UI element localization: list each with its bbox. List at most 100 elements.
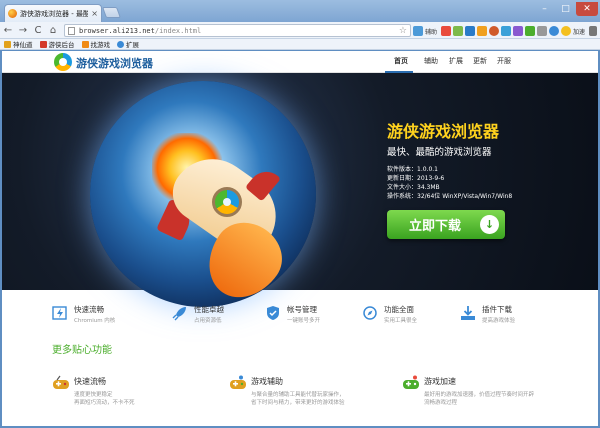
close-window-button[interactable]: ✕ (576, 2, 598, 16)
feature-name: 性能卓越 (194, 305, 224, 314)
bookmark-star-icon[interactable]: ☆ (399, 26, 407, 36)
card-desc: 最好用的游戏加速器，价值过程节奏时间开辟 流畅游戏过程 (424, 391, 534, 407)
back-button[interactable]: ← (1, 23, 15, 37)
extension-icon[interactable] (549, 26, 560, 36)
lightning-icon (52, 306, 67, 320)
bookmark-item[interactable]: 找游戏 (81, 39, 111, 49)
extension-icon[interactable] (489, 26, 500, 36)
bookmark-item[interactable]: 游侠后台 (39, 39, 75, 49)
bookmark-label: 神仙道 (13, 41, 33, 49)
feature-desc: 占用资源低 (194, 318, 222, 324)
menu-icon[interactable] (589, 26, 598, 36)
address-bar[interactable]: browser.ali213.net/index.html ☆ (64, 24, 411, 37)
favicon-icon (8, 9, 17, 18)
extension-icon[interactable] (413, 26, 423, 36)
bookmark-label: 扩展 (126, 41, 139, 49)
feature-desc: 一键账号多开 (287, 318, 321, 324)
bookmark-icon (39, 40, 47, 48)
shield-icon (267, 306, 279, 320)
hero-banner: 游侠游戏浏览器 最快、最酷的游戏浏览器 软件版本：1.0.0.1 更新日期：20… (2, 73, 598, 313)
feature-desc: 提高游戏体验 (482, 318, 516, 324)
bookmark-icon (117, 40, 124, 48)
extension-icon[interactable] (525, 26, 536, 36)
bookmark-item[interactable]: 神仙道 (4, 39, 33, 49)
bookmark-item[interactable]: 扩展 (117, 39, 139, 49)
browser-toolbar: ← → C ⌂ browser.ali213.net/index.html ☆ … (0, 22, 600, 39)
nav-extensions[interactable]: 扩展 (449, 56, 463, 66)
hero-subtitle: 最快、最酷的游戏浏览器 (387, 147, 492, 158)
card-desc: 速度更快更稳定 再面短巧流动，不卡不死 (74, 391, 135, 407)
nav-servers[interactable]: 开服 (497, 56, 511, 66)
gamepad-icon (53, 375, 69, 389)
url-host: browser.ali213.net (79, 26, 155, 35)
site-logo-icon[interactable] (54, 53, 72, 71)
card-desc-line: 与聚合量的辅助工具能代替玩家操作， (251, 392, 345, 398)
info-size: 文件大小：34.3MB (387, 184, 440, 191)
info-date: 更新日期：2013-9-6 (387, 175, 445, 182)
extensions-area: 辅助 加速 (413, 25, 598, 37)
more-features-heading: 更多贴心功能 (52, 345, 112, 356)
maximize-button[interactable]: □ (556, 2, 575, 16)
active-tab[interactable]: 游侠游戏浏览器 - 最酷 × (4, 4, 102, 22)
accelerate-label[interactable]: 加速 (573, 27, 585, 36)
rocket-icon (172, 307, 186, 321)
site-header: 游侠游戏浏览器 首页 辅助 扩展 更新 开服 (2, 51, 598, 73)
extension-icon[interactable] (477, 26, 488, 36)
info-version: 软件版本：1.0.0.1 (387, 166, 438, 173)
card-desc-line: 最好用的游戏加速器，价值过程节奏时间开辟 (424, 392, 535, 398)
extension-icon[interactable] (561, 26, 572, 36)
forward-button[interactable]: → (16, 23, 30, 37)
bookmark-icon (81, 40, 89, 48)
browser-window: 游侠游戏浏览器 - 最酷 × – □ ✕ ← → C ⌂ browser.ali… (0, 0, 600, 428)
extension-icon[interactable] (537, 26, 548, 36)
extension-icon[interactable] (453, 26, 464, 36)
reload-button[interactable]: C (31, 23, 45, 37)
page-icon (68, 26, 75, 35)
new-tab-button[interactable] (101, 7, 122, 18)
card-desc: 与聚合量的辅助工具能代替玩家操作， 省下时间与精力，带来更好的游戏体验 (251, 391, 345, 407)
url-path: /index.html (154, 26, 202, 35)
card-desc-line: 流畅游戏过程 (424, 400, 458, 406)
download-icon (461, 306, 475, 320)
site-brand[interactable]: 游侠游戏浏览器 (76, 55, 153, 71)
software-info: 软件版本：1.0.0.1 更新日期：2013-9-6 文件大小：34.3MB 操… (387, 165, 512, 201)
feature-name: 帐号管理 (287, 305, 317, 314)
game-assist-icon (230, 375, 246, 389)
game-speed-icon (403, 375, 419, 389)
minimize-button[interactable]: – (535, 2, 554, 16)
nav-updates[interactable]: 更新 (473, 56, 487, 66)
url-text[interactable]: browser.ali213.net/index.html (79, 27, 399, 35)
download-arrow-icon: ↓ (480, 215, 499, 234)
extension-icon[interactable] (465, 26, 476, 36)
hero-title: 游侠游戏浏览器 (387, 122, 500, 141)
card-name: 快速流畅 (74, 377, 106, 386)
home-button[interactable]: ⌂ (46, 23, 60, 37)
web-page: 游侠游戏浏览器 首页 辅助 扩展 更新 开服 游侠游戏浏览器 最快、最酷的游戏浏… (2, 51, 598, 426)
download-button[interactable]: 立即下载 ↓ (387, 210, 505, 239)
bookmark-icon (4, 40, 11, 48)
bookmarks-bar: 神仙道 游侠后台 找游戏 扩展 (0, 39, 600, 50)
card-desc-line: 省下时间与精力，带来更好的游戏体验 (251, 400, 345, 406)
feature-name: 插件下载 (482, 305, 512, 314)
extension-icon[interactable] (441, 26, 452, 36)
tab-title: 游侠游戏浏览器 - 最酷 (20, 9, 89, 18)
info-os: 操作系统：32/64位 WinXP/Vista/Win7/Win8 (387, 193, 513, 200)
feature-name: 快速流畅 (74, 305, 104, 314)
nav-assist[interactable]: 辅助 (424, 56, 438, 66)
extension-icon[interactable] (501, 26, 512, 36)
feature-name: 功能全面 (384, 305, 414, 314)
title-bar: 游侠游戏浏览器 - 最酷 × – □ ✕ (0, 0, 600, 22)
bookmark-label: 游侠后台 (48, 41, 75, 49)
card-name: 游戏加速 (424, 377, 456, 386)
tab-close-icon[interactable]: × (91, 9, 98, 18)
extension-icon[interactable] (513, 26, 524, 36)
compass-icon (363, 306, 377, 320)
extension-label[interactable]: 辅助 (425, 27, 437, 36)
bookmark-label: 找游戏 (90, 41, 111, 49)
feature-desc: 实用工具很全 (384, 318, 418, 324)
nav-home[interactable]: 首页 (394, 56, 408, 66)
card-desc-line: 速度更快更稳定 (74, 392, 113, 398)
card-name: 游戏辅助 (251, 377, 283, 386)
card-desc-line: 再面短巧流动，不卡不死 (74, 400, 135, 406)
rocket-logo-icon (212, 187, 242, 217)
